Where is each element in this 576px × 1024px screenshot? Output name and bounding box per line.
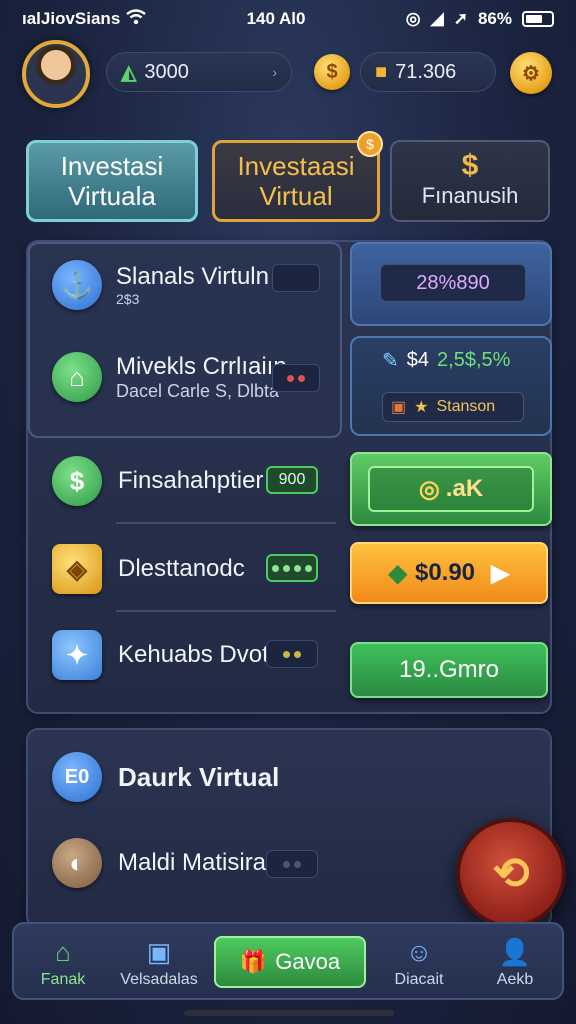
tab-label: Virtuala xyxy=(68,181,156,211)
list-item[interactable]: ⌂ Mivekls Crrlıaiın Dacel Carle S, Dlbta xyxy=(52,352,287,402)
row-title: Slanals Virtuln xyxy=(116,263,269,290)
signal-icon: ◢ xyxy=(430,9,444,28)
bottom-nav: ⌂ Fanak ▣ Velsadalas 🎁 Gavoa ☺ Diacait 👤… xyxy=(12,922,564,1000)
value-field: 28%890 xyxy=(380,264,526,302)
amount-chip: 900 xyxy=(266,466,318,494)
growth-value: 2,5$,5% xyxy=(437,349,511,371)
rewards-fab[interactable]: ⟲ xyxy=(456,818,566,928)
nav-messages[interactable]: ▣ Velsadalas xyxy=(114,930,204,996)
home-icon: ⌂ xyxy=(55,937,71,967)
investment-panel: ⚓ Slanals Virtuln 2$3 ⌂ Mivekls Crrlıaiı… xyxy=(26,240,552,714)
home-indicator[interactable] xyxy=(184,1010,394,1016)
list-item[interactable]: ◈ Dlesttanodc xyxy=(52,544,245,594)
list-item[interactable]: ✦ Kehuabs Dvota xyxy=(52,630,282,680)
row-title: Kehuabs Dvota xyxy=(118,641,283,668)
status-chip xyxy=(272,264,320,292)
status-chip xyxy=(272,364,320,392)
nav-group[interactable]: ☺ Diacait xyxy=(374,930,464,996)
balance-pill-1[interactable]: ◭ 3000 › xyxy=(106,52,292,92)
tab-investasi-virtuala[interactable]: Investasi Virtuala xyxy=(26,140,198,222)
settings-gear-icon[interactable]: ⚙ xyxy=(510,52,552,94)
nav-home[interactable]: ⌂ Fanak xyxy=(18,930,108,996)
gem-icon: ◆ xyxy=(388,559,407,587)
top-bar: ◭ 3000 › $ ■ 71.306 ⚙ xyxy=(20,40,560,108)
collect-label: .aK xyxy=(445,475,484,502)
avatar[interactable] xyxy=(22,40,90,108)
tab-badge: $ xyxy=(357,131,383,157)
growth-value-prefix: $4 xyxy=(406,349,430,371)
battery-percent: 86% xyxy=(477,9,512,28)
coin-stack-icon: ◈ xyxy=(52,544,102,594)
divider xyxy=(116,522,336,524)
nav-label: Gavoa xyxy=(275,949,341,974)
chevron-right-icon: › xyxy=(272,64,277,80)
nav-label: Diacait xyxy=(394,971,444,988)
store-icon: ⌂ xyxy=(52,352,102,402)
gem-icon: ◭ xyxy=(121,61,137,84)
nav-label: Fanak xyxy=(40,971,86,988)
buy-label: $0.90 xyxy=(414,559,476,586)
list-item[interactable]: ⚓ Slanals Virtuln 2$3 xyxy=(52,260,269,310)
balance-pill-2[interactable]: ■ 71.306 xyxy=(360,52,496,92)
row-sub: 2$3 xyxy=(116,291,140,307)
row-title: Maldi Matisira xyxy=(118,849,267,876)
balance-1-value: 3000 xyxy=(144,60,189,83)
nav-label: Velsadalas xyxy=(120,971,198,988)
user-icon: 👤 xyxy=(498,937,532,967)
dollar-coin-icon: $ xyxy=(52,456,102,506)
nav-gift-button[interactable]: 🎁 Gavoa xyxy=(214,936,366,988)
tab-label: Fınanusih xyxy=(421,183,519,208)
tab-label: Virtual xyxy=(259,181,333,211)
carrier-label: ıalJiovSians xyxy=(22,9,121,28)
chat-icon: ▣ xyxy=(146,937,172,967)
collect-button[interactable]: ◎ .aK xyxy=(350,452,552,526)
status-chip xyxy=(266,850,318,878)
section-title: Daurk Virtual xyxy=(118,761,280,792)
gift-icon: 🎁 xyxy=(239,949,268,974)
chat-bubble-icon: ◐ xyxy=(52,838,102,888)
treasure-box-icon: ■ xyxy=(375,60,388,83)
nav-profile[interactable]: 👤 Aekb xyxy=(470,930,560,996)
list-item[interactable]: $ Finsahahptier xyxy=(52,456,263,506)
growth-card[interactable]: ✎ $4 2,5$,5% ▣ ★ Stanson xyxy=(350,336,552,436)
wifi-icon xyxy=(126,8,147,30)
star-icon: ★ xyxy=(414,399,429,416)
status-chip xyxy=(266,554,318,582)
balance-2-value: 71.306 xyxy=(395,60,457,83)
battery-icon xyxy=(522,11,554,27)
nav-label: Aekb xyxy=(496,971,534,988)
row-title: Dlesttanodc xyxy=(118,555,245,582)
dollar-icon: $ xyxy=(461,149,479,182)
tab-finance[interactable]: $ Fınanusih xyxy=(390,140,550,222)
row-sub: Dacel Carle S, Dlbta xyxy=(116,380,280,401)
group-icon: ☺ xyxy=(405,937,433,967)
tab-label: Investaasi xyxy=(237,151,355,181)
buy-button[interactable]: ◆ $0.90 ▶ xyxy=(350,542,548,604)
alarm-icon: ◎ xyxy=(405,9,421,28)
badge-icon: ▣ xyxy=(391,399,407,416)
chevron-right-icon: ▶ xyxy=(491,559,510,587)
tab-investaasi-virtual[interactable]: $ Investaasi Virtual xyxy=(212,131,383,222)
anchor-icon: ⚓ xyxy=(52,260,102,310)
section-header: E0 Daurk Virtual xyxy=(52,752,279,802)
bottle-icon: ✎ xyxy=(382,350,399,372)
value-card[interactable]: 28%890 xyxy=(350,242,552,326)
tag-label: Stanson xyxy=(436,398,496,415)
row-title: Mivekls Crrlıaiın xyxy=(116,352,287,380)
list-item[interactable]: ◐ Maldi Matisira xyxy=(52,838,266,888)
location-icon: ➚ xyxy=(453,9,468,28)
reward-icon: ⟲ xyxy=(492,848,530,898)
clock: 140 Al0 xyxy=(246,9,306,28)
tab-bar: Investasi Virtuala $ Investaasi Virtual … xyxy=(26,131,552,224)
coin-icon[interactable]: $ xyxy=(314,54,350,90)
row-title: Finsahahptier xyxy=(118,467,264,494)
coins-icon: ◎ xyxy=(418,475,440,503)
puzzle-icon: ✦ xyxy=(52,630,102,680)
invest-button[interactable]: 19..Gmro xyxy=(350,642,548,698)
eo-icon: E0 xyxy=(52,752,102,802)
tab-label: Investasi xyxy=(60,151,164,181)
status-bar: ıalJiovSians 140 Al0 ◎ ◢ ➚ 86% xyxy=(0,0,576,38)
divider xyxy=(116,610,336,612)
status-chip xyxy=(266,640,318,668)
